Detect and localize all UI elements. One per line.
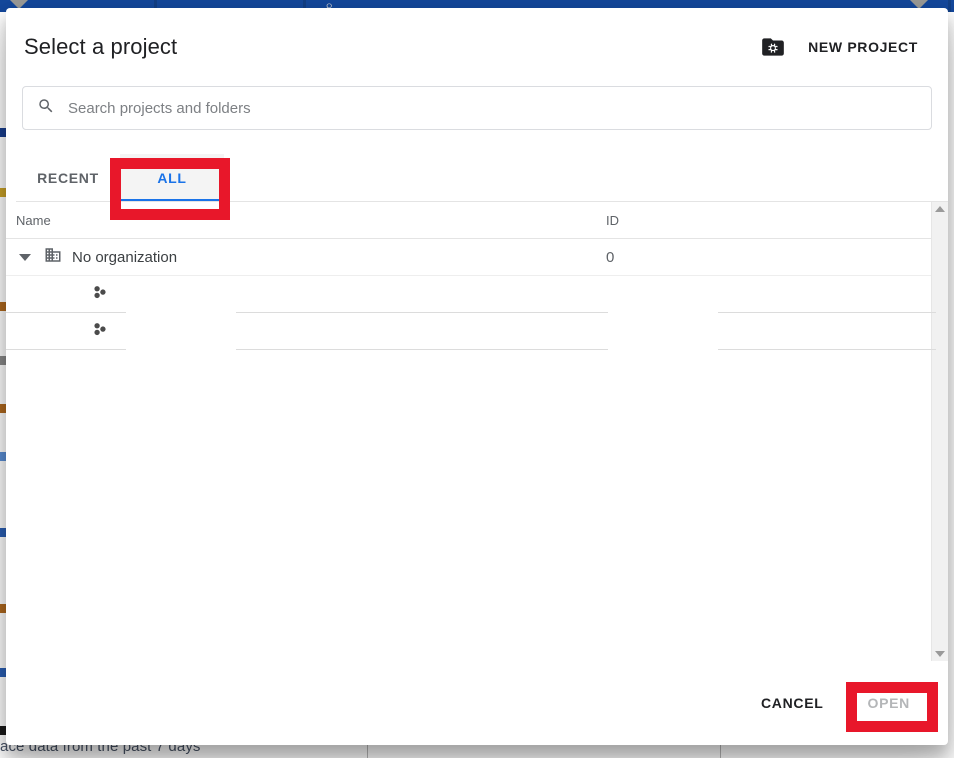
- table-empty-space: [6, 350, 931, 661]
- table-row[interactable]: No organization 0: [6, 239, 931, 276]
- table-row[interactable]: [6, 313, 936, 350]
- new-project-button[interactable]: NEW PROJECT: [808, 39, 918, 55]
- tab-recent[interactable]: RECENT: [16, 154, 120, 202]
- dialog-title: Select a project: [24, 34, 178, 59]
- project-table-area: Name ID No organization 0: [6, 202, 948, 661]
- select-project-dialog: Select a project NEW PROJECT Search proj…: [6, 8, 948, 745]
- search-icon: [37, 97, 55, 120]
- project-cluster-icon: [90, 282, 110, 307]
- row-id-cell: 0: [606, 248, 615, 266]
- column-header-id: ID: [606, 212, 619, 228]
- open-button[interactable]: OPEN: [852, 685, 926, 721]
- create-new-folder-icon[interactable]: [760, 34, 786, 60]
- column-header-name: Name: [16, 212, 51, 228]
- dialog-footer: CANCEL OPEN: [6, 661, 948, 745]
- search-section: [6, 86, 948, 130]
- tab-all[interactable]: ALL: [120, 154, 224, 202]
- skeleton-line: [236, 349, 608, 350]
- dialog-tabs: RECENT ALL: [6, 144, 948, 202]
- screen-root: ⌕ ace data from the past 7 days Select a…: [0, 0, 954, 758]
- search-box[interactable]: [22, 86, 932, 130]
- dialog-header: Select a project NEW PROJECT: [6, 8, 948, 86]
- cancel-button[interactable]: CANCEL: [745, 685, 840, 721]
- project-table: Name ID No organization 0: [6, 202, 936, 661]
- scrollbar-track[interactable]: [932, 212, 948, 651]
- row-name-text: No organization: [72, 248, 178, 266]
- table-row[interactable]: [6, 276, 936, 313]
- caret-down-icon[interactable]: [16, 253, 34, 261]
- organization-building-icon: [44, 246, 62, 268]
- dialog-header-actions: NEW PROJECT: [760, 34, 930, 60]
- scroll-down-arrow-icon[interactable]: [935, 651, 945, 657]
- skeleton-line: [6, 349, 126, 350]
- table-header-row: Name ID: [6, 202, 931, 239]
- skeleton-line: [718, 349, 936, 350]
- table-scrollbar[interactable]: [931, 202, 948, 661]
- row-name-cell: No organization: [16, 246, 606, 268]
- project-cluster-icon: [90, 319, 110, 344]
- search-input[interactable]: [68, 99, 917, 117]
- background-top-bar-seam: [948, 0, 951, 12]
